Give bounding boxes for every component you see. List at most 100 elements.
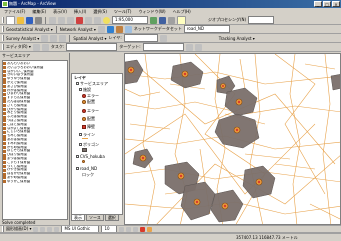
- map-canvas[interactable]: [125, 54, 341, 225]
- drawing-menu[interactable]: 図形描画(D) ▾: [6, 226, 31, 232]
- menu-file[interactable]: ファイル(F): [4, 9, 25, 15]
- edit-tool-icon[interactable]: [32, 43, 40, 51]
- text-tool-icon[interactable]: [54, 226, 60, 232]
- tab-display[interactable]: 表示: [71, 215, 85, 221]
- toc-sublayer-polygons[interactable]: ポリゴン: [79, 142, 99, 147]
- geoprocessing-label[interactable]: ジオプロセシング(N): [208, 17, 246, 23]
- select-elements-icon[interactable]: [33, 226, 39, 232]
- toc-root[interactable]: レイヤ: [74, 75, 86, 80]
- toc-legend-item: [82, 148, 87, 152]
- barrier-symbol-icon: [82, 124, 86, 129]
- solve-icon[interactable]: [106, 25, 114, 33]
- bold-icon[interactable]: [119, 226, 125, 232]
- delete-icon[interactable]: [76, 16, 83, 24]
- font-size-dropdown[interactable]: 10: [101, 226, 118, 232]
- facility-marker-icon: [177, 172, 185, 180]
- network-dataset-dropdown[interactable]: road_ND: [183, 25, 230, 33]
- layer-visibility-checkbox[interactable]: [79, 143, 82, 146]
- facility-marker-icon: [181, 70, 189, 78]
- attributes-icon[interactable]: [185, 43, 193, 51]
- paste-icon[interactable]: [67, 16, 74, 24]
- new-document-icon[interactable]: [6, 16, 15, 24]
- command-line-icon[interactable]: [168, 16, 175, 24]
- menu-edit[interactable]: 編集(E): [32, 9, 46, 15]
- cut-icon[interactable]: [49, 16, 56, 24]
- italic-icon[interactable]: [126, 226, 132, 232]
- facility-list[interactable]: おんもりおおい たいぶうろおおい保育園 なかいいこ保育園 きのいぼう保育園 ゆうゆう保育…: [2, 60, 68, 220]
- tab-selection[interactable]: 選択: [104, 215, 119, 221]
- survey-tool-icon[interactable]: [59, 34, 67, 42]
- layer-visibility-checkbox[interactable]: [76, 155, 79, 158]
- table-of-contents[interactable]: レイヤ サービスエリア 施設 エラー 配置 エラー 配置 障壁 ライン ポリゴン: [71, 73, 123, 215]
- editor-menu[interactable]: エディタ(R) ▾: [6, 44, 31, 50]
- font-color-icon[interactable]: [140, 226, 146, 232]
- scale-dropdown[interactable]: 1:95,000: [112, 16, 148, 24]
- rectangle-icon[interactable]: [47, 226, 53, 232]
- maximize-button[interactable]: □: [323, 1, 331, 7]
- toc-legend-label: 配置: [87, 99, 95, 104]
- survey-tool-icon[interactable]: [50, 34, 58, 42]
- rotate-icon[interactable]: [40, 226, 46, 232]
- add-data-icon[interactable]: [103, 16, 110, 24]
- network-analyst-window-title: サービスエリア: [0, 53, 69, 59]
- toolbar-grip[interactable]: [2, 26, 4, 32]
- geoprocessing-dropdown[interactable]: [248, 16, 275, 24]
- underline-icon[interactable]: [133, 226, 139, 232]
- undo-icon[interactable]: [85, 16, 92, 24]
- open-folder-icon[interactable]: [17, 16, 24, 24]
- network-window-icon[interactable]: [97, 25, 105, 33]
- toc-layer-service-area[interactable]: サービスエリア: [76, 81, 108, 86]
- redo-icon[interactable]: [94, 16, 101, 24]
- fill-color-icon[interactable]: [147, 226, 153, 232]
- print-icon[interactable]: [35, 16, 42, 24]
- layer-visibility-checkbox[interactable]: [76, 167, 79, 170]
- layer-visibility-checkbox[interactable]: [79, 88, 82, 91]
- layer-visibility-checkbox[interactable]: [79, 133, 82, 136]
- directions-icon[interactable]: [124, 25, 132, 33]
- editor-toolbar-icon[interactable]: [150, 16, 157, 24]
- arctoolbox-icon[interactable]: [159, 16, 166, 24]
- font-dropdown[interactable]: MS UI Gothic: [61, 226, 100, 232]
- list-item[interactable]: ゆりかご保育園: [3, 180, 67, 184]
- toc-layer-road[interactable]: road_ND: [76, 166, 97, 171]
- error-symbol-icon: [82, 108, 86, 113]
- sketch-properties-icon[interactable]: [194, 43, 202, 51]
- survey-analyst-menu[interactable]: Survey Analyst ▾: [6, 36, 39, 41]
- histogram-icon[interactable]: [159, 34, 167, 42]
- menu-insert[interactable]: 挿入(I): [74, 9, 86, 15]
- save-icon[interactable]: [26, 16, 33, 24]
- sketch-tool-icon[interactable]: [41, 43, 49, 51]
- facility-icon: [3, 104, 6, 108]
- spatial-analyst-menu[interactable]: Spatial Analyst ▾: [73, 36, 106, 41]
- toolbar-grip[interactable]: [2, 17, 4, 23]
- task-dropdown[interactable]: [66, 43, 118, 51]
- menu-tools[interactable]: ツール(T): [114, 9, 132, 15]
- minimize-button[interactable]: _: [314, 1, 322, 7]
- geostatistical-analyst-menu[interactable]: Geostatistical Analyst ▾: [6, 27, 53, 32]
- tab-source[interactable]: ソース: [86, 215, 104, 221]
- build-network-icon[interactable]: [115, 25, 123, 33]
- copy-icon[interactable]: [58, 16, 65, 24]
- toolbar-grip[interactable]: [2, 35, 4, 41]
- menu-select[interactable]: 選択(S): [93, 9, 107, 15]
- toc-sublayer-lines[interactable]: ライン: [79, 132, 95, 137]
- analyst-toolbar-2: Survey Analyst ▾ Spatial Analyst ▾ レイヤ: …: [0, 34, 341, 43]
- menu-view[interactable]: 表示(V): [53, 9, 67, 15]
- facility-icon: [3, 62, 6, 66]
- network-analyst-menu[interactable]: Network Analyst ▾: [60, 27, 96, 32]
- menu-help[interactable]: ヘルプ(H): [173, 9, 191, 15]
- tracking-analyst-menu[interactable]: Tracking Analyst ▾: [219, 36, 255, 41]
- toc-sublayer-facilities[interactable]: 施設: [79, 87, 91, 92]
- toolbar-grip[interactable]: [2, 226, 4, 232]
- whats-this-icon[interactable]: [177, 16, 186, 24]
- layer-visibility-checkbox[interactable]: [76, 82, 79, 85]
- toc-layer-cvs[interactable]: CVS_hokuba: [76, 154, 105, 159]
- close-button[interactable]: ×: [332, 1, 340, 7]
- facility-icon: [3, 115, 6, 119]
- target-dropdown[interactable]: [142, 43, 184, 51]
- map-view[interactable]: [124, 53, 341, 225]
- menu-window[interactable]: ウィンドウ(W): [139, 9, 166, 15]
- toolbar-grip[interactable]: [2, 44, 4, 50]
- layer-dropdown[interactable]: [123, 34, 158, 42]
- survey-tool-icon[interactable]: [41, 34, 49, 42]
